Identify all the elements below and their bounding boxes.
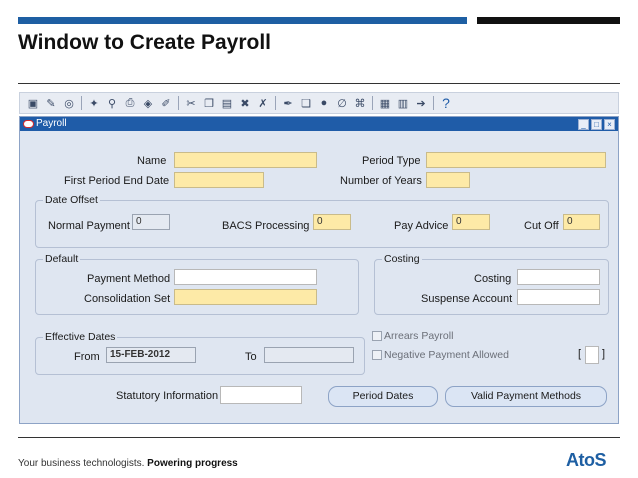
toolbar-separator [81, 96, 82, 110]
flex-field-bracket-right: ] [602, 348, 606, 360]
calendar-list-icon[interactable]: ▥ [396, 96, 410, 110]
save-icon[interactable]: ◈ [141, 96, 155, 110]
bacs-processing-label: BACS Processing [222, 220, 310, 232]
bacs-processing-field[interactable]: 0 [313, 214, 351, 230]
statutory-information-label: Statutory Information [116, 390, 219, 402]
navigator-icon[interactable]: ✎ [44, 96, 58, 110]
costing-title: Costing [382, 253, 422, 265]
default-title: Default [43, 253, 81, 265]
pen-icon[interactable]: ✒ [281, 96, 295, 110]
open-folder-icon[interactable]: ✦ [87, 96, 101, 110]
negative-payment-label: Negative Payment Allowed [384, 349, 509, 361]
delete-icon[interactable]: ✗ [256, 96, 270, 110]
first-period-end-date-field[interactable] [174, 172, 264, 188]
refresh-icon[interactable]: ◎ [62, 96, 76, 110]
arrears-payroll-checkbox[interactable] [372, 331, 382, 341]
suspense-account-label: Suspense Account [421, 293, 513, 305]
copy-icon[interactable]: ❐ [202, 96, 216, 110]
number-of-years-field[interactable] [426, 172, 470, 188]
header-dark-bar [477, 17, 620, 24]
payroll-window: Payroll _ □ × Name Period Type First Per… [19, 116, 619, 424]
period-type-label: Period Type [362, 155, 421, 167]
footer-tagline: Your business technologists. Powering pr… [18, 458, 238, 469]
close-icon[interactable]: × [604, 119, 615, 130]
exit-icon[interactable]: ➔ [414, 96, 428, 110]
from-label: From [74, 351, 100, 363]
cut-off-field[interactable]: 0 [563, 214, 600, 230]
date-offset-title: Date Offset [43, 194, 100, 206]
toolbar-separator [433, 96, 434, 110]
new-icon[interactable]: ▣ [26, 96, 40, 110]
toolbar-separator [178, 96, 179, 110]
costing-label: Costing [474, 273, 512, 285]
payment-method-field[interactable] [174, 269, 317, 285]
valid-payment-methods-button[interactable]: Valid Payment Methods [445, 386, 607, 407]
paperclip-icon[interactable]: ⌘ [353, 96, 367, 110]
normal-payment-label: Normal Payment [48, 220, 130, 232]
costing-group [374, 259, 609, 315]
cut-icon[interactable]: ✂ [184, 96, 198, 110]
find-icon[interactable]: ⚲ [105, 96, 119, 110]
window-title: Payroll [36, 118, 67, 129]
negative-payment-checkbox[interactable] [372, 350, 382, 360]
title-divider [18, 83, 620, 84]
print-icon[interactable]: ⎙ [123, 96, 137, 110]
flexfield-input[interactable] [585, 346, 599, 364]
effective-dates-title: Effective Dates [43, 331, 118, 343]
statutory-information-field[interactable] [220, 386, 302, 404]
costing-field[interactable] [517, 269, 600, 285]
minimize-icon[interactable]: _ [578, 119, 589, 130]
slide-title: Window to Create Payroll [18, 31, 272, 54]
consolidation-set-label: Consolidation Set [84, 293, 171, 305]
consolidation-set-field[interactable] [174, 289, 317, 305]
footer-divider [18, 437, 620, 438]
name-field[interactable] [174, 152, 317, 168]
cut-off-label: Cut Off [524, 220, 559, 232]
oracle-logo-icon [23, 120, 34, 128]
first-period-end-date-label: First Period End Date [64, 175, 170, 187]
clear-icon[interactable]: ✖ [238, 96, 252, 110]
from-date-field[interactable]: 15-FEB-2012 [106, 347, 196, 363]
tagline-plain: Your business technologists. [18, 458, 145, 469]
oracle-toolbar: ▣ ✎ ◎ ✦ ⚲ ⎙ ◈ ✐ ✂ ❐ ▤ ✖ ✗ ✒ ❏ ● ∅ ⌘ ▦ ▥ … [19, 92, 619, 114]
calendar-icon[interactable]: ▦ [378, 96, 392, 110]
name-label: Name [137, 155, 167, 167]
normal-payment-field[interactable]: 0 [132, 214, 170, 230]
pay-advice-field[interactable]: 0 [452, 214, 490, 230]
window-titlebar: Payroll _ □ × [20, 117, 618, 131]
header-blue-bar [18, 17, 467, 24]
payment-method-label: Payment Method [87, 273, 171, 285]
number-of-years-label: Number of Years [340, 175, 422, 187]
folder-icon[interactable]: ❏ [299, 96, 313, 110]
edit-icon[interactable]: ✐ [159, 96, 173, 110]
period-dates-button[interactable]: Period Dates [328, 386, 438, 407]
suspense-account-field[interactable] [517, 289, 600, 305]
help-icon[interactable]: ? [439, 95, 453, 111]
tagline-bold: Powering progress [147, 458, 238, 469]
globe-icon[interactable]: ● [317, 96, 331, 110]
arrears-payroll-label: Arrears Payroll [384, 330, 454, 342]
default-group [35, 259, 359, 315]
pay-advice-label: Pay Advice [394, 220, 449, 232]
to-date-field[interactable] [264, 347, 354, 363]
paste-icon[interactable]: ▤ [220, 96, 234, 110]
to-label: To [245, 351, 257, 363]
toolbar-separator [275, 96, 276, 110]
maximize-icon[interactable]: □ [591, 119, 602, 130]
attachment-icon[interactable]: ∅ [335, 96, 349, 110]
atos-logo: AtoS [566, 450, 607, 470]
toolbar-separator [372, 96, 373, 110]
period-type-field[interactable] [426, 152, 606, 168]
flex-field-bracket-left: [ [578, 348, 582, 360]
